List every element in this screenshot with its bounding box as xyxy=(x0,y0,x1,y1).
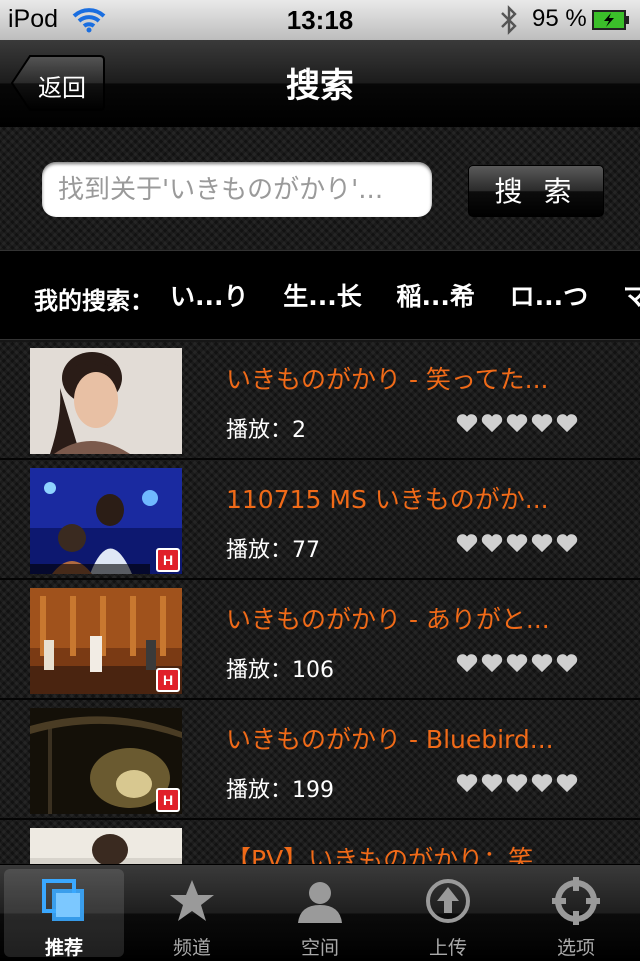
video-play-count: 播放：199 xyxy=(226,778,334,803)
history-item[interactable]: 稲...希 xyxy=(396,282,475,311)
video-thumbnail: H xyxy=(30,708,182,814)
video-title[interactable]: いきものがかり - Bluebird... xyxy=(226,720,596,756)
history-item[interactable]: ロ...つ xyxy=(510,282,589,311)
crosshair-icon xyxy=(552,877,600,925)
hd-badge: H xyxy=(156,548,180,572)
heart-icon xyxy=(456,774,478,793)
heart-icon xyxy=(506,534,528,553)
heart-icon xyxy=(481,654,503,673)
rating-hearts xyxy=(456,772,581,796)
heart-icon xyxy=(506,654,528,673)
search-history-items: い...り 生...长 稲...希 ロ...つ マ... xyxy=(170,277,640,313)
heart-icon xyxy=(556,534,578,553)
video-title[interactable]: 110715 MS いきものがか... xyxy=(226,480,596,516)
video-list[interactable]: いきものがかり - 笑ってた... 播放：2 H 110715 MS いきものが… xyxy=(0,342,640,864)
video-play-count: 播放：2 xyxy=(226,418,306,443)
rating-hearts xyxy=(456,532,581,556)
heart-icon xyxy=(506,774,528,793)
upload-icon xyxy=(426,879,470,923)
video-row[interactable]: H いきものがかり - ありがと... 播放：106 xyxy=(0,582,640,700)
video-row[interactable]: 【PV】いきものがかり：笑... xyxy=(0,822,640,864)
search-button[interactable]: 搜 索 xyxy=(468,165,604,217)
heart-icon xyxy=(531,774,553,793)
heart-icon xyxy=(556,774,578,793)
battery-percent: 95 % xyxy=(532,5,587,32)
star-icon xyxy=(170,880,214,921)
person-icon xyxy=(298,882,342,923)
heart-icon xyxy=(481,534,503,553)
search-area: 搜 索 xyxy=(0,127,640,250)
video-row[interactable]: H いきものがかり - Bluebird... 播放：199 xyxy=(0,702,640,820)
heart-icon xyxy=(456,414,478,433)
tab-channels[interactable]: 频道 xyxy=(132,869,252,959)
video-title[interactable]: いきものがかり - 笑ってた... xyxy=(226,360,596,396)
tab-label: 上传 xyxy=(428,937,467,959)
heart-icon xyxy=(481,774,503,793)
video-play-count: 播放：106 xyxy=(226,658,334,683)
video-title[interactable]: いきものがかり - ありがと... xyxy=(226,600,596,636)
page-title: 搜索 xyxy=(286,66,354,106)
video-thumbnail: H xyxy=(30,588,182,694)
hd-badge: H xyxy=(156,668,180,692)
battery-icon xyxy=(592,10,629,30)
status-bar: iPod 13:18 95 % xyxy=(0,0,640,40)
heart-icon xyxy=(456,654,478,673)
rating-hearts xyxy=(456,412,581,436)
tab-label: 选项 xyxy=(556,937,595,959)
history-item[interactable]: マ... xyxy=(623,282,640,311)
video-row[interactable]: いきものがかり - 笑ってた... 播放：2 xyxy=(0,342,640,460)
tab-label: 频道 xyxy=(172,937,211,959)
tab-options[interactable]: 选项 xyxy=(516,869,636,959)
tab-label: 空间 xyxy=(300,937,339,959)
heart-icon xyxy=(556,414,578,433)
heart-icon xyxy=(531,534,553,553)
video-thumbnail: H xyxy=(30,468,182,574)
search-input[interactable] xyxy=(42,162,432,217)
video-row[interactable]: H 110715 MS いきものがか... 播放：77 xyxy=(0,462,640,580)
recommend-icon xyxy=(42,879,84,921)
tab-bar: 推荐 频道 空间 上传 选项 xyxy=(0,864,640,961)
video-thumbnail xyxy=(30,348,182,454)
tab-label: 推荐 xyxy=(44,937,83,959)
bluetooth-icon xyxy=(501,5,517,35)
nav-bar: 返回 搜索 xyxy=(0,40,640,127)
search-history-bar[interactable]: 我的搜索： い...り 生...长 稲...希 ロ...つ マ... xyxy=(0,250,640,340)
heart-icon xyxy=(531,654,553,673)
video-play-count: 播放：77 xyxy=(226,538,320,563)
video-thumbnail xyxy=(30,828,182,864)
tab-space[interactable]: 空间 xyxy=(260,869,380,959)
heart-icon xyxy=(556,654,578,673)
hd-badge: H xyxy=(156,788,180,812)
history-item[interactable]: 生...长 xyxy=(283,282,362,311)
tab-recommend[interactable]: 推荐 xyxy=(4,869,124,959)
history-item[interactable]: い...り xyxy=(170,282,249,311)
video-title[interactable]: 【PV】いきものがかり：笑... xyxy=(226,840,596,864)
tab-upload[interactable]: 上传 xyxy=(388,869,508,959)
rating-hearts xyxy=(456,652,581,676)
heart-icon xyxy=(456,534,478,553)
heart-icon xyxy=(481,414,503,433)
heart-icon xyxy=(531,414,553,433)
heart-icon xyxy=(506,414,528,433)
search-history-label: 我的搜索： xyxy=(34,287,154,315)
